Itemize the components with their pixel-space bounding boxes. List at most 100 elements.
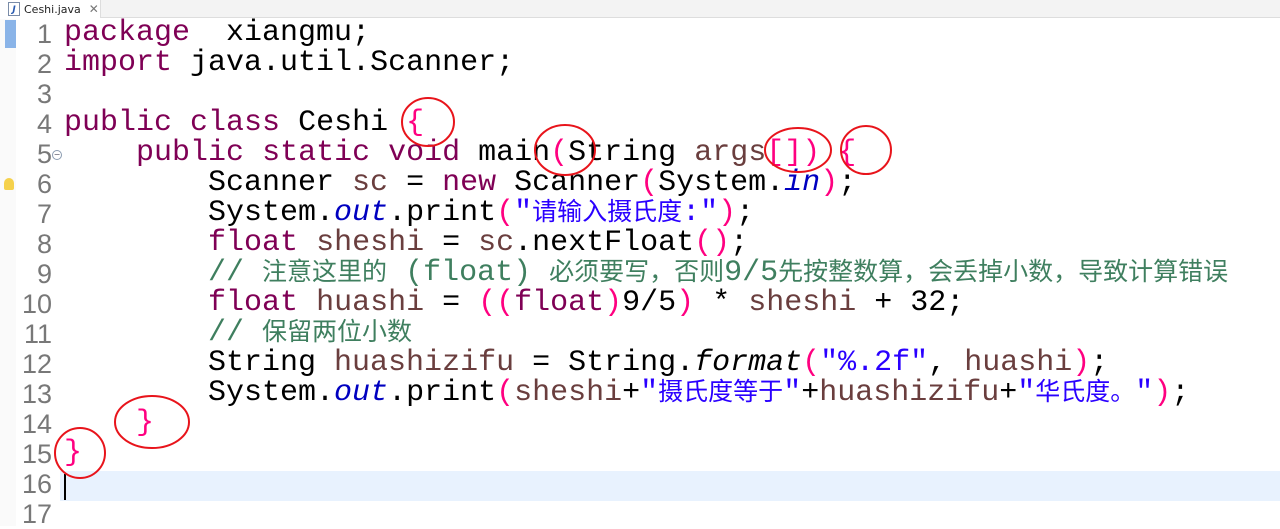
code-line: public static void main(String args[]) {	[64, 138, 1228, 168]
code-line: System.out.print(sheshi+"摄氏度等于"+huashizi…	[64, 378, 1228, 408]
code-line: ​	[64, 78, 1228, 108]
bracket: (	[640, 166, 659, 200]
code-text: xiangmu;	[190, 16, 371, 50]
code-line: ​	[64, 498, 1228, 528]
keyword: new	[442, 166, 497, 200]
cjk-text: 华氏度。	[1035, 379, 1136, 408]
variable: sheshi	[316, 226, 425, 260]
keyword: float	[208, 226, 299, 260]
code-text: String	[568, 136, 695, 170]
cjk-text: 必须要写，否则	[549, 259, 725, 288]
keyword: public	[136, 136, 245, 170]
static-field: out	[334, 376, 389, 410]
tab-title: Ceshi.java	[24, 2, 81, 16]
line-number: 15	[21, 439, 52, 469]
code-text: System.	[64, 376, 335, 410]
bracket: {	[838, 136, 857, 170]
code-text: ,	[928, 346, 965, 380]
line-number: 14	[21, 409, 52, 439]
variable: huashi	[964, 346, 1073, 380]
keyword: void	[388, 136, 461, 170]
code-text: *	[694, 286, 749, 320]
keyword: public	[64, 106, 173, 140]
code-text: main	[460, 136, 551, 170]
bracket: ()	[694, 226, 731, 260]
code-line: // 保留两位小数	[64, 318, 1228, 348]
variable: huashi	[316, 286, 425, 320]
code-text: Ceshi	[280, 106, 407, 140]
cjk-text: 请输入摄氏度	[532, 199, 683, 228]
code-text: String	[64, 346, 335, 380]
code-line: ​	[64, 468, 1228, 498]
line-number: 12	[21, 349, 52, 379]
static-method: format	[694, 346, 803, 380]
bracket: }	[136, 406, 155, 440]
lightbulb-warning-icon[interactable]	[4, 178, 14, 190]
variable: sc	[478, 226, 515, 260]
variable: sheshi	[514, 376, 623, 410]
fold-collapse-icon[interactable]: −	[52, 150, 62, 160]
keyword: float	[208, 286, 299, 320]
code-text: 9/5	[622, 286, 677, 320]
code-line: // 注意这里的 (float) 必须要写，否则9/5先按整数算，会丢掉小数，导…	[64, 258, 1228, 288]
variable: huashizifu	[819, 376, 1000, 410]
comment: // 保留两位小数	[208, 316, 413, 350]
keyword: class	[190, 106, 281, 140]
string-literal: "请输入摄氏度:"	[514, 196, 719, 230]
code-text: ;	[1171, 376, 1190, 410]
keyword: static	[262, 136, 371, 170]
overview-ruler	[0, 19, 16, 526]
line-number: 16	[21, 469, 52, 499]
code-text: ;	[1090, 346, 1109, 380]
line-number: 17	[21, 499, 52, 529]
code-text: Scanner	[496, 166, 641, 200]
close-icon[interactable]: ✕	[89, 2, 99, 16]
variable: huashizifu	[334, 346, 515, 380]
string-literal: "华氏度。"	[1017, 376, 1154, 410]
bracket: (	[550, 136, 569, 170]
code-text: =	[388, 166, 443, 200]
code-text: System.	[658, 166, 785, 200]
line-number-gutter: 1 2 3 4 5 6 7 8 9 10 11 12 13 14 15 16 17	[16, 19, 60, 529]
code-editor[interactable]: package xiangmu; import java.util.Scanner…	[64, 18, 1228, 528]
cjk-text: 注意这里的	[262, 259, 388, 288]
keyword: float	[514, 286, 605, 320]
bracket: {	[406, 106, 425, 140]
code-text: =	[424, 286, 479, 320]
code-line: public class Ceshi {	[64, 108, 1228, 138]
cjk-text: 摄氏度等于	[658, 379, 784, 408]
comment: // 注意这里的 (float) 必须要写，否则9/5先按整数算，会丢掉小数，导…	[208, 256, 1229, 290]
code-text: +	[999, 376, 1018, 410]
code-line: }	[64, 438, 1228, 468]
variable: sc	[352, 166, 389, 200]
keyword: import	[64, 46, 173, 80]
code-text: ;	[730, 226, 749, 260]
bracket: )	[820, 166, 839, 200]
bracket: )	[676, 286, 695, 320]
line-number: 13	[21, 379, 52, 409]
code-text: Scanner	[64, 166, 353, 200]
code-text: java.util.Scanner;	[172, 46, 515, 80]
line-number: 7	[36, 199, 52, 229]
bracket: )	[718, 196, 737, 230]
string-literal: "%.2f"	[820, 346, 929, 380]
keyword: package	[64, 16, 191, 50]
variable: args	[694, 136, 767, 170]
code-text: +	[801, 376, 820, 410]
code-text: + 32;	[856, 286, 965, 320]
bracket: (	[496, 376, 515, 410]
code-text: .print	[388, 376, 497, 410]
code-text: =	[424, 226, 479, 260]
code-text: .print	[388, 196, 497, 230]
code-line: package xiangmu;	[64, 18, 1228, 48]
bracket: (	[802, 346, 821, 380]
bracket: )	[1153, 376, 1172, 410]
